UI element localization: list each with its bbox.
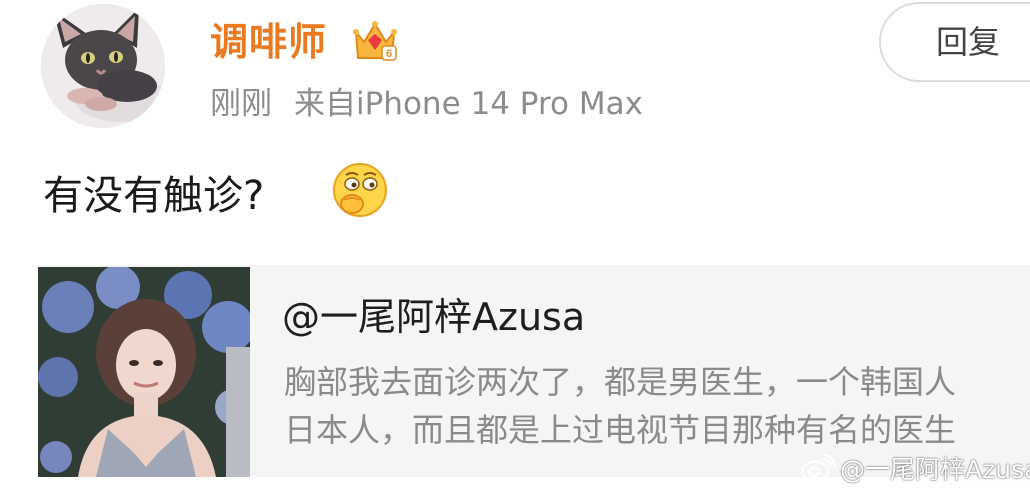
vip-level-number: 6 xyxy=(386,48,392,60)
comment-screen: 调啡师 6 刚刚 来自iPhone 14 Pro Max 回复 有没有触诊? @… xyxy=(0,0,1030,490)
comment-source: 来自iPhone 14 Pro Max xyxy=(294,86,643,122)
sphynx-cat-avatar-icon xyxy=(41,4,165,128)
quoted-post-text: 胸部我去面诊两次了，都是男医生，一个韩国人 日本人，而且都是上过电视节目那种有名… xyxy=(284,358,1030,454)
comment-meta: 刚刚 来自iPhone 14 Pro Max xyxy=(210,82,643,126)
quoted-post-author[interactable]: @一尾阿梓Azusa xyxy=(282,290,585,344)
quoted-post-text-line: 日本人，而且都是上过电视节目那种有名的医生 xyxy=(284,411,957,449)
crown-vip-level-6-icon[interactable]: 6 xyxy=(352,20,398,64)
username[interactable]: 调啡师 xyxy=(210,14,327,70)
thinking-face-emoji-icon xyxy=(330,160,390,220)
watermark-text: @一尾阿梓Azusa xyxy=(840,455,1030,484)
quoted-post-thumbnail[interactable] xyxy=(38,267,250,477)
user-avatar[interactable] xyxy=(41,4,165,128)
comment-text: 有没有触诊? xyxy=(43,173,265,219)
quoted-post-text-line: 胸部我去面诊两次了，都是男医生，一个韩国人 xyxy=(284,363,957,401)
reply-button[interactable]: 回复 xyxy=(879,2,1030,82)
comment-time: 刚刚 xyxy=(210,86,272,122)
weibo-logo-icon xyxy=(800,453,836,483)
watermark: @一尾阿梓Azusa xyxy=(800,448,1030,488)
